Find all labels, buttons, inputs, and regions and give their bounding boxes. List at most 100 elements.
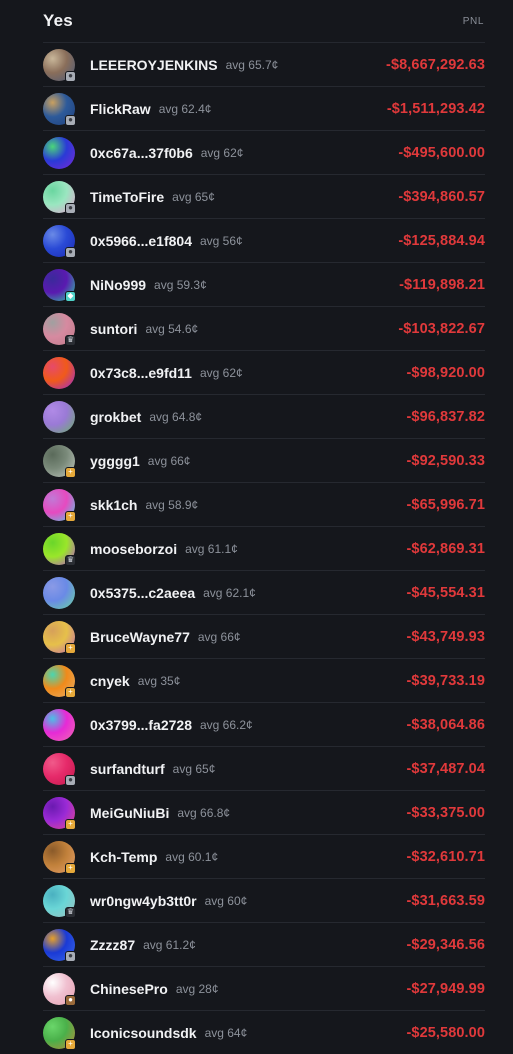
- average-price: avg 62.4¢: [158, 101, 212, 116]
- average-price: avg 66¢: [147, 453, 191, 468]
- avatar-container: +: [43, 664, 76, 698]
- average-price: avg 64.8¢: [149, 409, 203, 424]
- holder-name[interactable]: 0x73c8...e9fd11: [90, 365, 192, 381]
- holder-row[interactable]: ● Zzzz87 avg 61.2¢ -$29,346.56: [43, 923, 485, 967]
- pnl-value: -$103,822.67: [398, 320, 485, 337]
- holder-name[interactable]: 0xc67a...37f0b6: [90, 145, 193, 161]
- holder-row[interactable]: ♛ wr0ngw4yb3tt0r avg 60¢ -$31,663.59: [43, 879, 485, 923]
- crown-badge-icon: ♛: [65, 554, 76, 566]
- average-price: avg 61.1¢: [185, 541, 238, 556]
- holders-panel: Yes PNL ● LEEEROYJENKINS avg 65.7¢ -$8,667,…: [43, 0, 485, 1054]
- avatar-container: +: [43, 444, 76, 478]
- pnl-value: -$119,898.21: [399, 276, 485, 293]
- holder-row[interactable]: ◆ NiNo999 avg 59.3¢ -$119,898.21: [43, 263, 485, 307]
- holder-row[interactable]: + Kch-Temp avg 60.1¢ -$32,610.71: [43, 835, 485, 879]
- average-price: avg 66¢: [197, 629, 241, 644]
- holder-name[interactable]: MeiGuNiuBi: [90, 805, 169, 821]
- holder-row[interactable]: + MeiGuNiuBi avg 66.8¢ -$33,375.00: [43, 791, 485, 835]
- pnl-value: -$92,590.33: [406, 452, 485, 469]
- pnl-value: -$8,667,292.63: [386, 56, 485, 73]
- holder-row[interactable]: 0x3799...fa2728 avg 66.2¢ -$38,064.86: [43, 703, 485, 747]
- gold-badge-icon: +: [65, 466, 76, 478]
- average-price: avg 65¢: [172, 189, 215, 204]
- holder-name[interactable]: Zzzz87: [90, 937, 135, 953]
- average-price: avg 28¢: [175, 981, 219, 996]
- avatar[interactable]: [43, 708, 75, 741]
- avatar-container: ●: [43, 180, 76, 214]
- silver-badge-icon: ●: [65, 114, 76, 126]
- average-price: avg 58.9¢: [145, 497, 199, 512]
- holder-name[interactable]: cnyek: [90, 673, 130, 689]
- pnl-value: -$38,064.86: [406, 716, 485, 733]
- holder-name[interactable]: wr0ngw4yb3tt0r: [90, 893, 197, 909]
- pnl-value: -$394,860.57: [398, 188, 485, 205]
- gold-badge-icon: +: [65, 510, 76, 522]
- holder-name[interactable]: 0x3799...fa2728: [90, 717, 192, 733]
- pnl-value: -$25,580.00: [406, 1024, 485, 1041]
- pnl-value: -$1,511,293.42: [386, 100, 485, 117]
- holder-name[interactable]: grokbet: [90, 409, 141, 425]
- holder-row[interactable]: 0x73c8...e9fd11 avg 62¢ -$98,920.00: [43, 351, 485, 395]
- avatar[interactable]: [43, 136, 75, 169]
- holder-row[interactable]: ● surfandturf avg 65¢ -$37,487.04: [43, 747, 485, 791]
- holder-name[interactable]: mooseborzoi: [90, 541, 177, 557]
- avatar-container: ♛: [43, 884, 76, 918]
- holder-row[interactable]: ● ChinesePro avg 28¢ -$27,949.99: [43, 967, 485, 1011]
- bronze-badge-icon: ●: [65, 994, 76, 1006]
- holder-row[interactable]: + BruceWayne77 avg 66¢ -$43,749.93: [43, 615, 485, 659]
- avatar[interactable]: [43, 356, 75, 389]
- holder-name[interactable]: skk1ch: [90, 497, 137, 513]
- holder-row[interactable]: 0xc67a...37f0b6 avg 62¢ -$495,600.00: [43, 131, 485, 175]
- pnl-value: -$43,749.93: [406, 628, 485, 645]
- avatar-container: ●: [43, 928, 76, 962]
- holder-row[interactable]: + ygggg1 avg 66¢ -$92,590.33: [43, 439, 485, 483]
- holder-row[interactable]: ● TimeToFire avg 65¢ -$394,860.57: [43, 175, 485, 219]
- holder-name[interactable]: Kch-Temp: [90, 849, 157, 865]
- holder-name[interactable]: ChinesePro: [90, 981, 168, 997]
- holder-name[interactable]: FlickRaw: [90, 101, 151, 117]
- avatar-container: ●: [43, 92, 76, 126]
- holder-row[interactable]: ● 0x5966...e1f804 avg 56¢ -$125,884.94: [43, 219, 485, 263]
- pnl-value: -$37,487.04: [406, 760, 485, 777]
- gold-badge-icon: +: [65, 642, 76, 654]
- holder-name[interactable]: TimeToFire: [90, 189, 164, 205]
- holder-name[interactable]: BruceWayne77: [90, 629, 190, 645]
- pnl-value: -$39,733.19: [406, 672, 485, 689]
- holder-name[interactable]: Iconicsoundsdk: [90, 1025, 197, 1041]
- pnl-value: -$96,837.82: [406, 408, 485, 425]
- holder-name[interactable]: suntori: [90, 321, 137, 337]
- holder-name[interactable]: ygggg1: [90, 453, 140, 469]
- avatar-container: +: [43, 840, 76, 874]
- silver-badge-icon: ●: [65, 70, 76, 82]
- average-price: avg 35¢: [137, 673, 181, 688]
- gold-badge-icon: +: [65, 1038, 76, 1050]
- holder-row[interactable]: 0x5375...c2aeea avg 62.1¢ -$45,554.31: [43, 571, 485, 615]
- holder-row[interactable]: ♛ mooseborzoi avg 61.1¢ -$62,869.31: [43, 527, 485, 571]
- holder-row[interactable]: ♛ suntori avg 54.6¢ -$103,822.67: [43, 307, 485, 351]
- avatar-container: ●: [43, 48, 76, 82]
- average-price: avg 66.2¢: [199, 717, 253, 732]
- holder-row[interactable]: + cnyek avg 35¢ -$39,733.19: [43, 659, 485, 703]
- silver-badge-icon: ●: [65, 202, 76, 214]
- avatar[interactable]: [43, 400, 75, 433]
- holder-name[interactable]: LEEEROYJENKINS: [90, 57, 218, 73]
- avatar-container: +: [43, 796, 76, 830]
- avatar-container: ●: [43, 972, 76, 1006]
- holder-name[interactable]: 0x5966...e1f804: [90, 233, 192, 249]
- holder-row[interactable]: + skk1ch avg 58.9¢ -$65,996.71: [43, 483, 485, 527]
- holder-row[interactable]: ● LEEEROYJENKINS avg 65.7¢ -$8,667,292.63: [43, 43, 485, 87]
- holder-name[interactable]: NiNo999: [90, 277, 146, 293]
- avatar[interactable]: [43, 576, 75, 609]
- pnl-value: -$45,554.31: [406, 584, 485, 601]
- holder-name[interactable]: surfandturf: [90, 761, 165, 777]
- pnl-value: -$125,884.94: [398, 232, 485, 249]
- crown-badge-icon: ♛: [65, 906, 76, 918]
- average-price: avg 62.1¢: [203, 585, 256, 600]
- holder-name[interactable]: 0x5375...c2aeea: [90, 585, 195, 601]
- holder-row[interactable]: + Iconicsoundsdk avg 64¢ -$25,580.00: [43, 1011, 485, 1054]
- pnl-value: -$33,375.00: [406, 804, 485, 821]
- holder-row[interactable]: grokbet avg 64.8¢ -$96,837.82: [43, 395, 485, 439]
- avatar-container: ♛: [43, 312, 76, 346]
- holder-row[interactable]: ● FlickRaw avg 62.4¢ -$1,511,293.42: [43, 87, 485, 131]
- outcome-title: Yes: [43, 11, 73, 30]
